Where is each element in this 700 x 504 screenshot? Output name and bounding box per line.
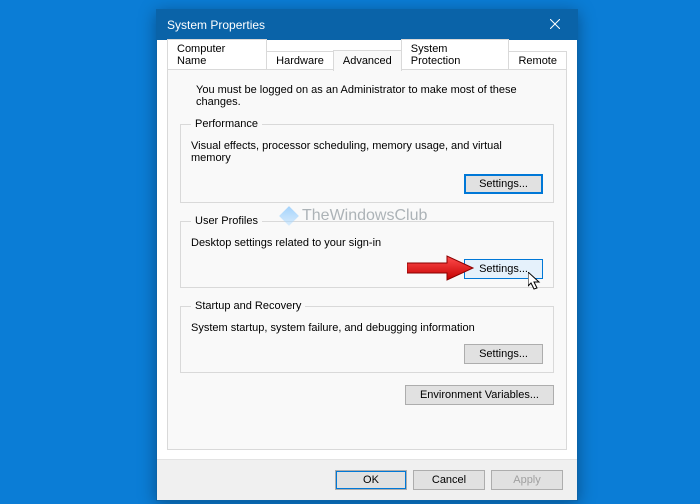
startup-desc: System startup, system failure, and debu… bbox=[191, 322, 543, 334]
tab-page-advanced: You must be logged on as an Administrato… bbox=[167, 69, 567, 450]
tab-strip: Computer Name Hardware Advanced System P… bbox=[167, 48, 567, 70]
admin-note: You must be logged on as an Administrato… bbox=[196, 84, 552, 108]
user-profiles-settings-button[interactable]: Settings... bbox=[464, 259, 543, 279]
close-button[interactable] bbox=[533, 10, 577, 40]
window-title: System Properties bbox=[167, 18, 533, 32]
group-user-profiles-legend: User Profiles bbox=[191, 215, 262, 227]
startup-settings-button[interactable]: Settings... bbox=[464, 344, 543, 364]
environment-variables-button[interactable]: Environment Variables... bbox=[405, 385, 554, 405]
performance-settings-button[interactable]: Settings... bbox=[464, 174, 543, 194]
apply-button[interactable]: Apply bbox=[491, 470, 563, 490]
system-properties-dialog: System Properties Computer Name Hardware… bbox=[156, 9, 578, 501]
tab-remote[interactable]: Remote bbox=[508, 51, 567, 70]
dialog-footer: OK Cancel Apply bbox=[157, 459, 577, 500]
tab-system-protection[interactable]: System Protection bbox=[401, 39, 510, 70]
group-startup-recovery: Startup and Recovery System startup, sys… bbox=[180, 300, 554, 373]
group-performance-legend: Performance bbox=[191, 118, 262, 130]
group-performance: Performance Visual effects, processor sc… bbox=[180, 118, 554, 203]
cancel-button[interactable]: Cancel bbox=[413, 470, 485, 490]
tab-advanced[interactable]: Advanced bbox=[333, 50, 402, 71]
close-icon bbox=[550, 18, 560, 32]
client-area: Computer Name Hardware Advanced System P… bbox=[157, 40, 577, 500]
performance-desc: Visual effects, processor scheduling, me… bbox=[191, 140, 543, 164]
titlebar: System Properties bbox=[157, 10, 577, 40]
tab-computer-name[interactable]: Computer Name bbox=[167, 39, 267, 70]
tab-hardware[interactable]: Hardware bbox=[266, 51, 334, 70]
ok-button[interactable]: OK bbox=[335, 470, 407, 490]
group-user-profiles: User Profiles Desktop settings related t… bbox=[180, 215, 554, 288]
user-profiles-desc: Desktop settings related to your sign-in bbox=[191, 237, 543, 249]
group-startup-legend: Startup and Recovery bbox=[191, 300, 305, 312]
